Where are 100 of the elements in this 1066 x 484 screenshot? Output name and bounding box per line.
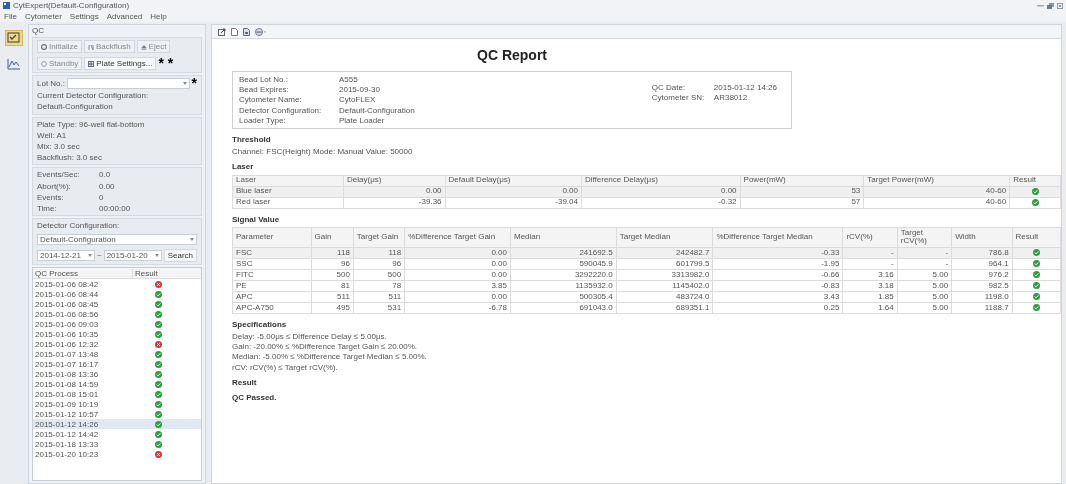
stat-label: Events/Sec:	[37, 170, 81, 180]
list-row[interactable]: 2015-01-12 14:42	[33, 429, 201, 440]
table-cell: -	[842, 247, 898, 259]
window-title: CytExpert(Default-Configuration)	[13, 0, 130, 11]
table-cell: 96	[353, 258, 405, 270]
table-cell: 1188.7	[951, 302, 1013, 314]
list-row[interactable]: 2015-01-12 14:26	[33, 419, 201, 430]
list-row[interactable]: 2015-01-06 10:35	[33, 329, 201, 340]
table-cell: 0.00	[404, 258, 511, 270]
table-cell: FITC	[232, 269, 312, 281]
checklist-icon	[7, 32, 21, 44]
info-value: Default-Configuration	[339, 105, 415, 115]
export-icon[interactable]	[218, 27, 226, 36]
table-cell: 601799.5	[616, 258, 713, 270]
table-cell: -0.66	[712, 269, 843, 281]
line-chart-tab[interactable]	[5, 56, 23, 72]
date-picker[interactable]: 2014-12-21	[37, 250, 95, 262]
info-label: Bead Expires:	[239, 85, 290, 95]
list-row[interactable]: 2015-01-06 08:42	[33, 279, 201, 290]
stat-label: Events:	[37, 192, 65, 202]
menu-item[interactable]: Cytometer	[24, 11, 62, 22]
specification-text: Gain: -20.00% ≤ %Difference Target Gain ≤ 20.00%.	[232, 342, 419, 352]
list-row[interactable]: 2015-01-06 08:44	[33, 289, 201, 300]
table-cell: -	[842, 258, 898, 270]
plate-info-text: Mix: 3.0 sec	[37, 141, 81, 152]
restore-icon[interactable]	[1047, 2, 1054, 9]
list-row[interactable]: 2015-01-09 10:19	[33, 399, 201, 410]
plate-icon	[88, 60, 95, 67]
list-row[interactable]: 2015-01-06 08:45	[33, 299, 201, 310]
list-row[interactable]: 2015-01-12 10:57	[33, 409, 201, 420]
minimize-icon[interactable]	[1037, 3, 1044, 8]
plate-info-text: Backflush: 3.0 sec	[37, 153, 103, 163]
info-value: 2015-09-30	[339, 85, 380, 95]
table-cell: 511	[311, 291, 354, 303]
configuration-dropdown[interactable]: Default-Configuration	[37, 234, 197, 246]
stat-value: 0.0	[99, 170, 111, 180]
table-cell: 0.25	[712, 302, 843, 314]
info-label: Cytometer Name:	[239, 95, 303, 105]
table-cell: 5.00	[897, 302, 952, 314]
info-label: Detector Configuration:	[239, 105, 323, 115]
backflush-icon	[87, 43, 94, 50]
table-cell: 964.1	[951, 258, 1013, 270]
document-icon[interactable]	[231, 27, 238, 36]
column-header: Target Median	[616, 227, 713, 248]
app-icon	[3, 2, 10, 9]
table-cell: Red laser	[232, 197, 344, 209]
table-cell: SSC	[232, 258, 312, 270]
list-row[interactable]: 2015-01-18 13:33	[33, 439, 201, 450]
table-cell: 57	[740, 197, 864, 209]
column-header: Power(mW)	[740, 175, 864, 187]
table-cell: 78	[353, 280, 405, 292]
menu-item[interactable]: Help	[150, 11, 167, 22]
table-cell: 40-60	[863, 186, 1010, 198]
plate-info-text: Well: A1	[37, 130, 68, 140]
table-cell: 5.00	[897, 291, 952, 303]
list-row[interactable]: 2015-01-06 12:32	[33, 339, 201, 350]
annotation-mark: * *	[158, 59, 174, 69]
column-header: Result	[1009, 175, 1061, 187]
table-cell: APC	[232, 291, 312, 303]
table-cell: 1135932.0	[510, 280, 617, 292]
table-cell: 40-60	[863, 197, 1010, 209]
table-cell: PE	[232, 280, 312, 292]
table-cell: 0.00	[404, 247, 511, 259]
checklist-tab[interactable]	[5, 30, 23, 46]
save-icon[interactable]	[243, 27, 250, 36]
list-row[interactable]: 2015-01-06 09:03	[33, 319, 201, 330]
table-cell: 3292220.0	[510, 269, 617, 281]
column-header: Difference Delay(μs)	[581, 175, 741, 187]
plate-info-text: Plate Type: 96-well flat-bottom	[37, 119, 146, 129]
list-row[interactable]: 2015-01-08 14:59	[33, 379, 201, 390]
table-cell: -39.36	[343, 197, 446, 209]
table-cell: 786.8	[951, 247, 1013, 259]
line-chart-icon	[7, 58, 21, 70]
stat-value: 00:00:00	[99, 203, 131, 214]
table-cell: 0.00	[445, 186, 582, 198]
plate-button[interactable]: Plate Settings...	[84, 57, 157, 71]
list-row[interactable]: 2015-01-07 13:48	[33, 349, 201, 360]
table-cell: 483724.0	[616, 291, 713, 303]
list-row[interactable]: 2015-01-20 10:23	[33, 449, 201, 460]
section-heading: Signal Value	[232, 214, 281, 224]
menu-item[interactable]: File	[4, 11, 17, 22]
search-button[interactable]: Search	[163, 249, 197, 263]
table-cell: -	[897, 258, 952, 270]
table-cell: Blue laser	[232, 186, 344, 198]
dropdown-icon	[154, 254, 159, 258]
list-row[interactable]: 2015-01-08 15:01	[33, 389, 201, 400]
threshold-text: Channel: FSC(Height) Mode: Manual Value: 50000	[232, 147, 414, 157]
table-cell: 0.00	[581, 186, 741, 198]
date-picker[interactable]: 2015-01-20	[103, 250, 162, 262]
table-cell: 511	[353, 291, 405, 303]
table-cell: 689351.1	[616, 302, 713, 314]
table-cell: 500	[353, 269, 405, 281]
list-row[interactable]: 2015-01-07 16:17	[33, 359, 201, 370]
menu-item[interactable]: Settings	[69, 11, 99, 22]
initialize-icon	[41, 43, 47, 50]
menu-item[interactable]: Advanced	[106, 11, 143, 22]
column-header: rCV(%)	[842, 227, 898, 248]
list-row[interactable]: 2015-01-06 08:56	[33, 309, 201, 320]
list-row[interactable]: 2015-01-08 13:36	[33, 369, 201, 380]
section-heading: Laser	[232, 162, 255, 172]
